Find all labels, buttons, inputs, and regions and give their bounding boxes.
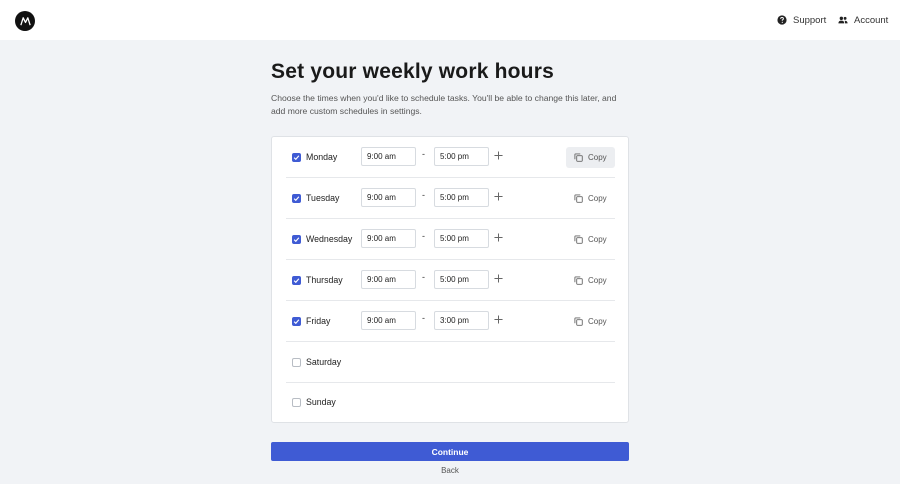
day-row-thursday: Thursday 9:00 am - 5:00 pm Copy	[286, 260, 615, 301]
copy-label: Copy	[588, 317, 607, 326]
top-bar: Support Account	[0, 0, 900, 40]
checkbox-monday[interactable]	[292, 153, 301, 162]
checkbox-friday[interactable]	[292, 317, 301, 326]
start-time-input[interactable]: 9:00 am	[361, 147, 416, 166]
day-row-wednesday: Wednesday 9:00 am - 5:00 pm Copy	[286, 219, 615, 260]
end-time-input[interactable]: 5:00 pm	[434, 229, 489, 248]
copy-icon	[574, 235, 583, 244]
checkbox-thursday[interactable]	[292, 276, 301, 285]
copy-label: Copy	[588, 276, 607, 285]
end-time-input[interactable]: 5:00 pm	[434, 270, 489, 289]
copy-button[interactable]: Copy	[566, 270, 615, 291]
day-row-tuesday: Tuesday 9:00 am - 5:00 pm Copy	[286, 178, 615, 219]
plus-icon[interactable]	[494, 233, 503, 242]
start-time-input[interactable]: 9:00 am	[361, 229, 416, 248]
copy-icon	[574, 194, 583, 203]
plus-icon[interactable]	[494, 151, 503, 160]
account-label: Account	[854, 14, 889, 26]
day-label: Sunday	[306, 397, 336, 407]
copy-icon	[574, 153, 583, 162]
plus-icon[interactable]	[494, 192, 503, 201]
continue-button[interactable]: Continue	[271, 442, 629, 461]
copy-label: Copy	[588, 235, 607, 244]
start-time-input[interactable]: 9:00 am	[361, 270, 416, 289]
people-icon	[838, 16, 848, 24]
day-row-friday: Friday 9:00 am - 3:00 pm Copy	[286, 301, 615, 342]
copy-button[interactable]: Copy	[566, 188, 615, 209]
checkbox-saturday[interactable]	[292, 358, 301, 367]
day-row-sunday: Sunday	[286, 382, 615, 423]
copy-label: Copy	[588, 194, 607, 203]
day-label: Wednesday	[306, 234, 353, 244]
check-icon	[293, 319, 300, 325]
copy-button[interactable]: Copy	[566, 229, 615, 250]
day-row-saturday: Saturday	[286, 342, 615, 383]
end-time-input[interactable]: 5:00 pm	[434, 188, 489, 207]
range-separator: -	[422, 149, 425, 159]
day-label: Thursday	[306, 275, 343, 285]
checkbox-tuesday[interactable]	[292, 194, 301, 203]
schedule-card: Monday 9:00 am - 5:00 pm Copy Tuesday 9:…	[271, 136, 629, 423]
account-link[interactable]: Account	[838, 13, 888, 27]
copy-icon	[574, 276, 583, 285]
support-link[interactable]: Support	[777, 13, 826, 27]
copy-button[interactable]: Copy	[566, 147, 615, 168]
help-circle-icon	[777, 15, 787, 25]
page-description: Choose the times when you'd like to sche…	[271, 93, 617, 116]
day-label: Monday	[306, 152, 338, 162]
plus-icon[interactable]	[494, 315, 503, 324]
day-label: Tuesday	[306, 193, 340, 203]
end-time-input[interactable]: 3:00 pm	[434, 311, 489, 330]
range-separator: -	[422, 313, 425, 323]
day-row-monday: Monday 9:00 am - 5:00 pm Copy	[286, 137, 615, 178]
m-logo-icon[interactable]	[15, 11, 35, 31]
range-separator: -	[422, 190, 425, 200]
day-label: Friday	[306, 316, 331, 326]
copy-button[interactable]: Copy	[566, 311, 615, 332]
plus-icon[interactable]	[494, 274, 503, 283]
checkbox-wednesday[interactable]	[292, 235, 301, 244]
page-title: Set your weekly work hours	[271, 60, 554, 83]
check-icon	[293, 155, 300, 161]
checkbox-sunday[interactable]	[292, 398, 301, 407]
copy-label: Copy	[588, 153, 607, 162]
copy-icon	[574, 317, 583, 326]
start-time-input[interactable]: 9:00 am	[361, 311, 416, 330]
day-label: Saturday	[306, 357, 342, 367]
back-link[interactable]: Back	[271, 466, 629, 478]
check-icon	[293, 196, 300, 202]
check-icon	[293, 237, 300, 243]
check-icon	[293, 278, 300, 284]
start-time-input[interactable]: 9:00 am	[361, 188, 416, 207]
range-separator: -	[422, 272, 425, 282]
support-label: Support	[793, 14, 827, 26]
range-separator: -	[422, 231, 425, 241]
end-time-input[interactable]: 5:00 pm	[434, 147, 489, 166]
